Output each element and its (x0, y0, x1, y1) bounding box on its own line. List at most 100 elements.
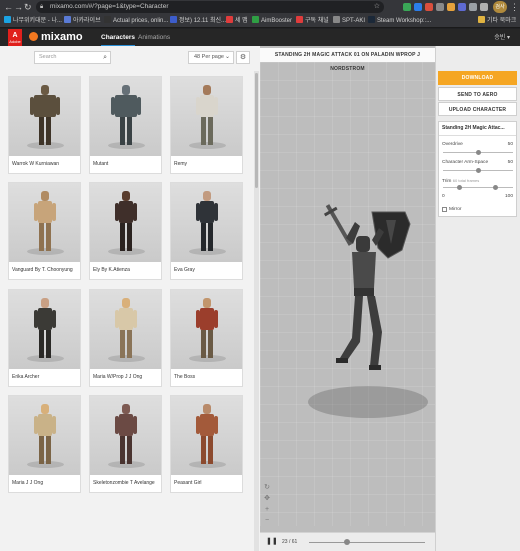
extension-icon[interactable] (447, 3, 455, 11)
browser-toolbar: ← → ↻ 🔒︎ mixamo.com/#/?page=1&type=Chara… (0, 0, 520, 14)
per-page-select[interactable]: 48 Per page ⌄ (188, 51, 234, 64)
character-thumbnail (171, 290, 242, 369)
viewport-toolbar: ↻ ✥ + − (263, 484, 271, 528)
download-button[interactable]: DOWNLOAD (438, 71, 517, 85)
character-name: Mutant (93, 161, 109, 167)
address-bar[interactable]: 🔒︎ mixamo.com/#/?page=1&type=Character ☆ (36, 1, 384, 13)
mixamo-logo[interactable]: mixamo (29, 32, 83, 43)
bookmark-star-icon[interactable]: ☆ (374, 1, 380, 13)
send-to-aero-button[interactable]: SEND TO AERO (438, 87, 517, 101)
user-menu[interactable]: 승빈 ▾ (494, 33, 510, 43)
upload-character-button[interactable]: UPLOAD CHARACTER (438, 102, 517, 116)
character-name: Maria W/Prop J J Ong (93, 374, 143, 380)
character-thumbnail (9, 396, 80, 475)
character-figure (30, 85, 60, 145)
character-card[interactable]: Erika Archer (8, 289, 81, 387)
character-thumbnail (9, 290, 80, 369)
favicon-icon (170, 16, 177, 23)
character-thumbnail (171, 183, 242, 262)
extension-icon[interactable] (403, 3, 411, 11)
character-name: Maria J J Ong (12, 480, 44, 486)
reload-icon[interactable]: ↻ (24, 1, 32, 13)
bookmark-item[interactable]: 나무위키대문 - 나... (4, 16, 62, 26)
character-thumbnail (9, 77, 80, 156)
overdrive-value: 50 (507, 142, 513, 147)
character-name: Vanguard By T. Choonyung (12, 267, 73, 273)
folder-icon (478, 16, 485, 23)
menu-kebab-icon[interactable]: ⋮ (510, 1, 519, 13)
mirror-checkbox[interactable] (442, 207, 447, 212)
bookmark-item[interactable]: 정보) 12.11 최신... (170, 16, 226, 26)
extension-icon[interactable] (414, 3, 422, 11)
rotate-icon[interactable]: ↻ (263, 484, 271, 492)
pause-icon[interactable]: ❚❚ (266, 538, 278, 546)
character-card[interactable]: Skeletonzombie T Avelange (89, 395, 162, 493)
forward-icon[interactable]: → (14, 1, 23, 13)
character-card[interactable]: Maria W/Prop J J Ong (89, 289, 162, 387)
adobe-logo[interactable]: A Adobe (8, 29, 22, 46)
character-card[interactable]: Remy (170, 76, 243, 174)
search-input[interactable]: Search ⌕ (34, 51, 111, 64)
character-card[interactable]: Ely By K.Atienza (89, 182, 162, 280)
pan-icon[interactable]: ✥ (263, 495, 271, 503)
character-thumbnail (90, 396, 161, 475)
character-card[interactable]: Warrok W Kurniawan (8, 76, 81, 174)
tab-animations[interactable]: Animations (138, 33, 170, 43)
extension-icon[interactable] (436, 3, 444, 11)
character-thumbnail (171, 396, 242, 475)
character-figure (196, 191, 218, 251)
tab-characters[interactable]: Characters (101, 33, 135, 46)
profile-avatar[interactable]: 검사 (493, 1, 507, 13)
character-card[interactable]: Peasant Girl (170, 395, 243, 493)
trim-min: 0 (442, 194, 445, 199)
character-card[interactable]: Eva Gray (170, 182, 243, 280)
character-card[interactable]: Maria J J Ong (8, 395, 81, 493)
favicon-icon (104, 16, 111, 23)
favicon-icon (368, 16, 375, 23)
search-icon[interactable]: ⌕ (103, 52, 107, 63)
puzzle-icon[interactable] (469, 3, 477, 11)
overdrive-slider-handle[interactable] (475, 150, 481, 155)
character-figure (34, 298, 56, 358)
arm-space-slider-handle[interactable] (475, 168, 481, 173)
extension-icon[interactable] (425, 3, 433, 11)
character-name: Erika Archer (12, 374, 40, 380)
chevron-down-icon: ⌄ (224, 54, 230, 60)
bookmark-item[interactable]: 아카라이브 (64, 16, 101, 26)
animation-settings: Standing 2H Magic Attac... Overdrive 50 … (438, 121, 517, 217)
character-card[interactable]: The Boss (170, 289, 243, 387)
bookmark-item[interactable]: SPT-AKI (333, 16, 365, 26)
overdrive-label: Overdrive (442, 142, 463, 147)
character-figure (196, 85, 218, 145)
character-thumbnail (90, 290, 161, 369)
bookmark-item[interactable]: Actual prices, onlin... (104, 16, 168, 26)
timeline-scrubber[interactable] (344, 539, 351, 545)
back-icon[interactable]: ← (4, 1, 13, 13)
app-header: A Adobe mixamo Characters Animations 승빈 ▾ (0, 29, 520, 46)
trim-end-handle[interactable] (493, 185, 498, 190)
zoom-out-icon[interactable]: − (263, 517, 271, 525)
extension-icon[interactable] (458, 3, 466, 11)
settings-gear-button[interactable]: ⚙ (236, 51, 250, 64)
character-name: Peasant Girl (174, 480, 202, 486)
character-card[interactable]: Vanguard By T. Choonyung (8, 182, 81, 280)
arm-space-value: 50 (507, 160, 513, 165)
bookmark-item[interactable]: Steam Workshop::... (368, 16, 431, 26)
media-icon[interactable] (480, 3, 488, 11)
trim-label: Trim 60 total frames (442, 178, 480, 184)
zoom-in-icon[interactable]: + (263, 506, 271, 514)
favicon-icon (226, 16, 233, 23)
other-bookmarks[interactable]: 기타 북마크 (478, 16, 516, 26)
character-card[interactable]: Mutant (89, 76, 162, 174)
character-thumbnail (90, 77, 161, 156)
bookmark-item[interactable]: AimBooster (252, 16, 292, 26)
trim-start-handle[interactable] (456, 185, 462, 190)
bookmark-item[interactable]: 세 맵 (226, 16, 248, 26)
bookmark-item[interactable]: 구독 채널 (296, 16, 329, 26)
trim-frames-note: 60 total frames (452, 178, 480, 183)
trim-slider[interactable] (443, 187, 513, 188)
favicon-icon (252, 16, 259, 23)
character-thumbnail (171, 77, 242, 156)
scrollbar-thumb[interactable] (255, 73, 258, 188)
timeline-track[interactable] (309, 542, 425, 543)
